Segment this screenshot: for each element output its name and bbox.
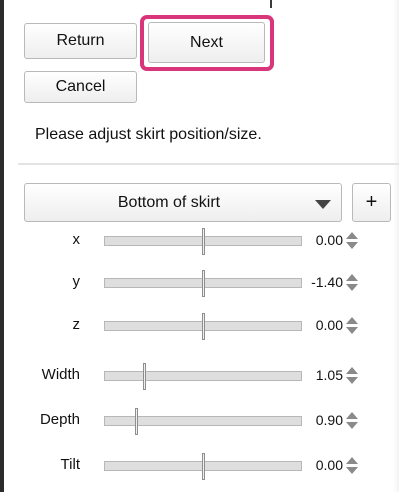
slider-value[interactable]: 0.00 [316, 457, 343, 473]
up-down-arrows-icon[interactable] [345, 411, 359, 431]
slider-label: Tilt [60, 456, 80, 473]
add-button-label: + [365, 191, 378, 213]
add-button[interactable]: + [352, 183, 391, 222]
cancel-button[interactable]: Cancel [24, 71, 137, 103]
slider-value[interactable]: 1.05 [316, 367, 343, 383]
spinner-down-icon[interactable] [346, 327, 358, 334]
slider-value[interactable]: 0.00 [316, 317, 343, 333]
slider-handle[interactable] [135, 408, 138, 435]
slider-track[interactable] [104, 363, 302, 390]
slider-row: y -1.40 [0, 269, 399, 299]
slider-row: z 0.00 [0, 312, 399, 342]
spinner-up-icon[interactable] [346, 317, 358, 324]
spinner-up-icon[interactable] [346, 367, 358, 374]
top-band [0, 0, 399, 5]
spinner-up-icon[interactable] [346, 232, 358, 239]
slider-row: x 0.00 [0, 227, 399, 257]
slider-row: Width 1.05 [0, 362, 399, 392]
section-divider [18, 163, 399, 165]
spinner-down-icon[interactable] [346, 284, 358, 291]
part-selector-value: Bottom of skirt [117, 193, 221, 211]
slider-track[interactable] [104, 313, 302, 340]
slider-handle[interactable] [202, 270, 205, 297]
spinner-down-icon[interactable] [346, 242, 358, 249]
up-down-arrows-icon[interactable] [345, 456, 359, 476]
next-button-highlight [140, 15, 274, 71]
part-selector-dropdown[interactable]: Bottom of skirt [24, 183, 342, 222]
slider-value[interactable]: -1.40 [311, 274, 343, 290]
up-down-arrows-icon[interactable] [345, 366, 359, 386]
slider-label: x [72, 231, 81, 248]
slider-value[interactable]: 0.90 [316, 412, 343, 428]
slider-row: Depth 0.90 [0, 407, 399, 437]
slider-value[interactable]: 0.00 [316, 232, 343, 248]
return-button[interactable]: Return [24, 23, 137, 59]
spinner-up-icon[interactable] [346, 457, 358, 464]
slider-label: Depth [39, 411, 80, 428]
spinner-up-icon[interactable] [346, 274, 358, 281]
slider-track[interactable] [104, 453, 302, 480]
slider-track[interactable] [104, 270, 302, 297]
cancel-button-label: Cancel [55, 78, 106, 95]
slider-handle[interactable] [143, 363, 146, 390]
spinner-down-icon[interactable] [346, 377, 358, 384]
slider-track[interactable] [104, 228, 302, 255]
slider-label: z [72, 316, 81, 333]
slider-handle[interactable] [202, 313, 205, 340]
up-down-arrows-icon[interactable] [345, 273, 359, 293]
up-down-arrows-icon[interactable] [345, 231, 359, 251]
slider-track[interactable] [104, 408, 302, 435]
return-button-label: Return [56, 32, 105, 49]
slider-label: y [72, 273, 81, 290]
instruction-text: Please adjust skirt position/size. [35, 126, 262, 143]
up-down-arrows-icon[interactable] [345, 316, 359, 336]
skirt-adjust-panel: Return Next Cancel Please adjust skirt p… [0, 0, 399, 492]
slider-row: Tilt 0.00 [0, 452, 399, 482]
top-divider [270, 0, 272, 8]
slider-handle[interactable] [202, 453, 205, 480]
spinner-down-icon[interactable] [346, 422, 358, 429]
slider-handle[interactable] [202, 228, 205, 255]
spinner-up-icon[interactable] [346, 412, 358, 419]
spinner-down-icon[interactable] [346, 467, 358, 474]
slider-label: Width [41, 366, 80, 383]
chevron-down-icon [315, 200, 331, 209]
